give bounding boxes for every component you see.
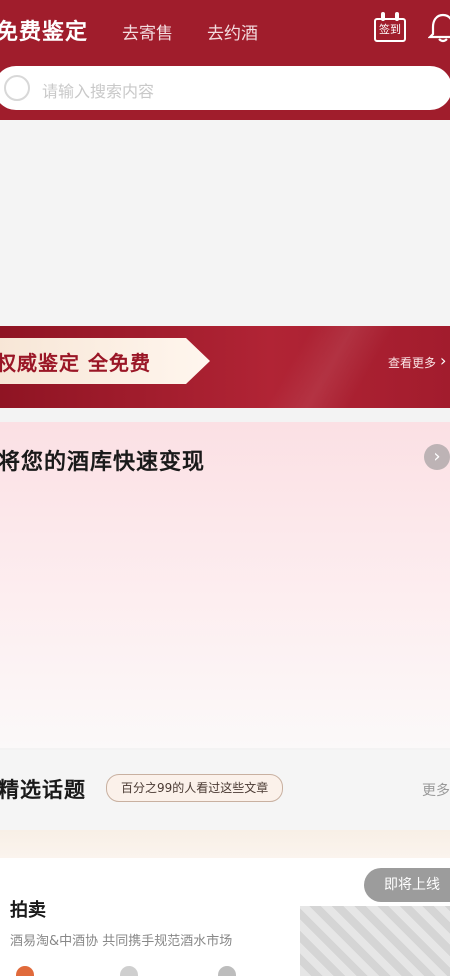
appraisal-banner[interactable]: 权威鉴定 全免费 查看更多 ›	[0, 326, 450, 408]
partner-logo-icon	[120, 966, 138, 976]
checkin-button[interactable]: 签到	[374, 12, 408, 44]
chevron-right-icon[interactable]: ›	[424, 444, 450, 470]
banner-headline: 权威鉴定 全免费	[0, 351, 151, 375]
search-icon	[4, 75, 30, 101]
auction-card[interactable]: 拍卖 酒易淘&中酒协 共同携手规范酒水市场 即将上线	[0, 858, 450, 976]
cellar-section[interactable]: 将您的酒库快速变现 ›	[0, 422, 450, 748]
section-divider	[0, 830, 450, 858]
chevron-right-icon[interactable]: ›	[440, 353, 446, 369]
banner-more-link[interactable]: 查看更多	[388, 354, 436, 371]
coming-soon-badge: 即将上线	[364, 868, 450, 902]
cellar-title: 将您的酒库快速变现	[0, 450, 206, 475]
tab-consign[interactable]: 去寄售	[122, 19, 173, 44]
bell-icon[interactable]	[428, 12, 450, 44]
top-header: 免费鉴定 去寄售 去约酒 签到 请输入搜索内容	[0, 0, 450, 120]
banner-ribbon: 权威鉴定 全免费	[0, 338, 210, 384]
calendar-checkin-icon: 签到	[374, 18, 406, 42]
auction-subtitle: 酒易淘&中酒协 共同携手规范酒水市场	[10, 934, 233, 949]
featured-topics-header: 精选话题 百分之99的人看过这些文章 更多	[0, 750, 450, 830]
partner-logo-icon	[16, 966, 34, 976]
topics-tag: 百分之99的人看过这些文章	[106, 774, 284, 802]
tab-free-appraisal[interactable]: 免费鉴定	[0, 14, 88, 46]
search-bar[interactable]: 请输入搜索内容	[0, 66, 450, 110]
topics-more-link[interactable]: 更多	[422, 780, 450, 800]
search-placeholder[interactable]: 请输入搜索内容	[42, 78, 154, 102]
banner-decoration	[250, 326, 410, 408]
header-tabs: 免费鉴定 去寄售 去约酒	[0, 14, 258, 46]
partner-logo-icon	[218, 966, 236, 976]
hero-banner-area[interactable]	[0, 120, 450, 326]
auction-title: 拍卖	[10, 900, 46, 921]
topics-title: 精选话题	[0, 778, 86, 802]
tab-wine-meetup[interactable]: 去约酒	[207, 19, 258, 44]
auction-thumbnail	[300, 906, 450, 976]
checkin-label: 签到	[379, 23, 401, 36]
